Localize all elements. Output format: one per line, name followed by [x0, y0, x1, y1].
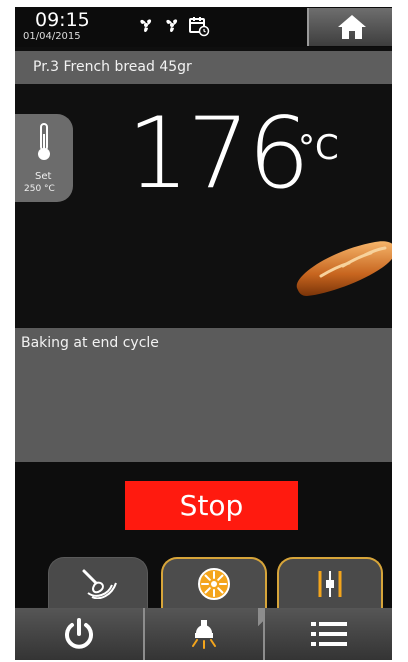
- fan-icon: [140, 19, 152, 33]
- clock-time: 09:15: [35, 9, 90, 31]
- mixer-icon: [82, 569, 117, 599]
- french-bread-icon: [296, 241, 392, 296]
- oven-lamp-button[interactable]: [145, 608, 263, 660]
- oven-screen: 09:15 01/04/2015 Pr.3 French bread 45gr …: [15, 7, 392, 660]
- thermometer-icon: [38, 123, 50, 160]
- set-value: 250 °C: [24, 184, 55, 194]
- tab-fan-speed[interactable]: [161, 557, 267, 609]
- temperature-area: Set 250 °C 176 °C: [15, 84, 392, 327]
- tab-mixer[interactable]: [48, 557, 148, 608]
- fan-speed-icon: [198, 568, 230, 600]
- temperature-unit: °C: [298, 128, 339, 168]
- clock-date: 01/04/2015: [23, 31, 81, 42]
- power-icon: [65, 618, 93, 649]
- home-button[interactable]: [307, 8, 392, 46]
- menu-button[interactable]: [265, 608, 392, 660]
- tab-adjust[interactable]: [277, 557, 383, 609]
- status-panel: Baking at end cycle: [15, 328, 392, 462]
- bottom-nav: [15, 608, 392, 660]
- set-label: Set: [35, 171, 52, 182]
- set-temperature-tab[interactable]: Set 250 °C: [15, 114, 73, 202]
- program-bar[interactable]: Pr.3 French bread 45gr: [15, 51, 392, 84]
- current-temperature: 176: [127, 97, 310, 211]
- adjust-sliders-icon: [318, 571, 342, 597]
- status-icons: [136, 15, 210, 37]
- oven-lamp-icon: [192, 620, 216, 649]
- home-icon: [337, 15, 366, 39]
- calendar-timer-icon: [189, 17, 210, 37]
- menu-list-icon: [310, 622, 347, 646]
- control-area: Stop: [15, 462, 392, 609]
- fan-icon: [166, 19, 178, 33]
- power-button[interactable]: [15, 608, 143, 660]
- status-bar: 09:15 01/04/2015: [15, 7, 392, 47]
- program-label: Pr.3 French bread 45gr: [33, 59, 192, 75]
- status-message: Baking at end cycle: [21, 335, 159, 351]
- stop-button[interactable]: Stop: [125, 481, 298, 530]
